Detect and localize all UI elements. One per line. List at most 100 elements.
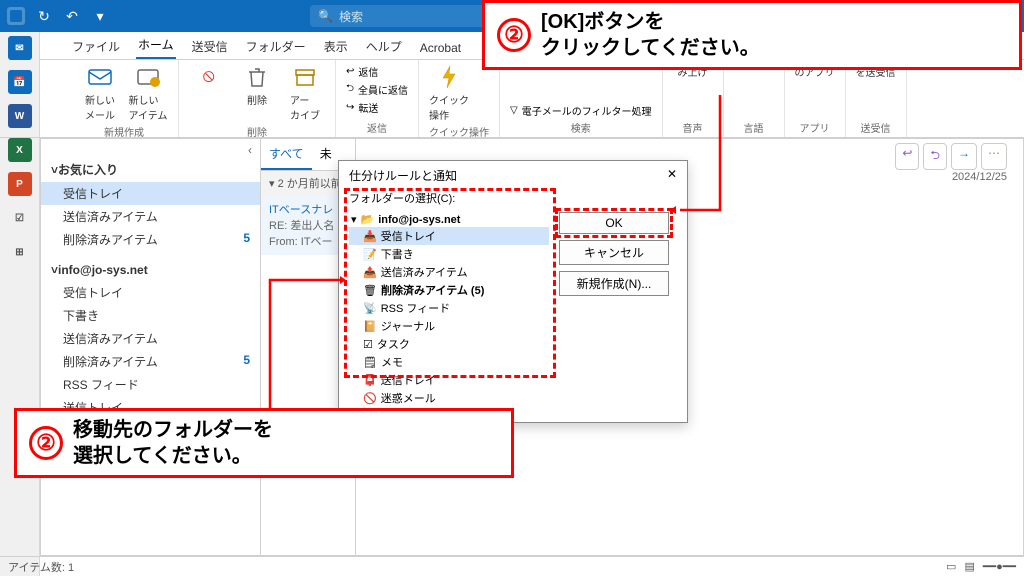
- fav-deleted[interactable]: 削除済みアイテム5: [41, 228, 260, 251]
- envelope-icon: [87, 64, 113, 90]
- tab-all-messages[interactable]: すべて: [261, 139, 312, 170]
- rail-mail-icon[interactable]: ✉: [8, 36, 32, 60]
- notes-icon: 🗒: [363, 356, 377, 369]
- folder-select-dialog: 仕分けルールと通知✕ フォルダーの選択(C): ▾📂info@jo-sys.ne…: [338, 160, 688, 423]
- cancel-button[interactable]: キャンセル: [559, 240, 669, 265]
- drafts-icon: 📝: [363, 248, 377, 261]
- inbox-icon: 📥: [363, 230, 377, 243]
- tasks-icon: ☑: [363, 338, 373, 351]
- trash-icon: [244, 64, 270, 90]
- tree-deleted[interactable]: 🗑削除済みアイテム (5): [349, 281, 549, 299]
- reply-group: ↩返信 ⮌全員に返信 ↪転送: [346, 64, 408, 115]
- quick-steps-button[interactable]: クイック 操作: [429, 64, 469, 122]
- tab-acrobat[interactable]: Acrobat: [418, 37, 463, 59]
- view-reading-icon[interactable]: ▤: [964, 560, 974, 573]
- trash-icon: 🗑: [363, 284, 377, 297]
- sync-icon[interactable]: ↻: [34, 6, 54, 26]
- rail-excel-icon[interactable]: X: [8, 138, 32, 162]
- tree-tasks[interactable]: ☑タスク: [349, 335, 549, 353]
- ribbon-group-apps: アプリ: [795, 118, 835, 135]
- folder-pane: ‹ ˅お気に入り 受信トレイ 送信済みアイテム 削除済みアイテム5 ˅info@…: [41, 139, 261, 555]
- annotation-top: ② [OK]ボタンを クリックしてください。: [482, 0, 1022, 70]
- forward-icon: ↪: [346, 102, 354, 113]
- ribbon-group-sendrecv: 送受信: [856, 118, 896, 135]
- tab-help[interactable]: ヘルプ: [364, 34, 404, 59]
- annotation-bottom: ② 移動先のフォルダーを 選択してください。: [14, 408, 514, 478]
- status-item-count: アイテム数: 1: [8, 559, 74, 575]
- fav-inbox[interactable]: 受信トレイ: [41, 182, 260, 205]
- dropdown-icon[interactable]: ▾: [90, 6, 110, 26]
- account-header[interactable]: ˅info@jo-sys.net: [41, 259, 260, 281]
- tab-home[interactable]: ホーム: [136, 32, 176, 59]
- tab-folder[interactable]: フォルダー: [244, 34, 308, 59]
- journal-icon: 📔: [363, 320, 377, 333]
- view-normal-icon[interactable]: ▭: [946, 560, 956, 573]
- tree-notes[interactable]: 🗒メモ: [349, 353, 549, 371]
- dialog-label: フォルダーの選択(C):: [339, 190, 687, 206]
- tree-drafts[interactable]: 📝下書き: [349, 245, 549, 263]
- tab-sendreceive[interactable]: 送受信: [190, 34, 230, 59]
- tree-outbox[interactable]: 📮送信トレイ: [349, 371, 549, 389]
- folder-sent[interactable]: 送信済みアイテム: [41, 327, 260, 350]
- archive-button[interactable]: アー カイブ: [285, 64, 325, 122]
- search-icon: 🔍: [318, 9, 333, 23]
- message-date: 2024/12/25: [952, 171, 1007, 183]
- status-bar: アイテム数: 1 ▭ ▤ ━━●━━: [0, 556, 1024, 576]
- annotation-number-icon: ②: [29, 426, 63, 460]
- tree-junk[interactable]: 🚫迷惑メール: [349, 389, 549, 407]
- tab-view[interactable]: 表示: [322, 34, 350, 59]
- reply-icon: ↩: [346, 66, 354, 77]
- rss-icon: 📡: [363, 302, 377, 315]
- outbox-icon: 📮: [363, 374, 377, 387]
- junk-mail-icon: 🚫: [363, 392, 377, 405]
- lightning-icon: [436, 64, 462, 90]
- rail-more-icon[interactable]: ⊞: [8, 240, 32, 264]
- filter-email-button[interactable]: ▽電子メールのフィルター処理: [510, 103, 652, 118]
- ok-button[interactable]: OK: [559, 212, 669, 234]
- dialog-close-button[interactable]: ✕: [667, 167, 677, 184]
- forward-quick-button[interactable]: →: [951, 143, 977, 170]
- funnel-icon: ▽: [510, 105, 518, 116]
- ribbon-group-delete: 削除: [189, 122, 325, 139]
- undo-icon[interactable]: ↶: [62, 6, 82, 26]
- account-icon: 📂: [361, 213, 375, 226]
- tab-unread-messages[interactable]: 未: [312, 139, 340, 170]
- ribbon-group-voice: 音声: [673, 118, 713, 135]
- new-folder-button[interactable]: 新規作成(N)...: [559, 271, 669, 296]
- new-item-icon: [135, 64, 161, 90]
- favorites-header[interactable]: ˅お気に入り: [41, 157, 260, 182]
- tree-inbox[interactable]: 📥受信トレイ: [349, 227, 549, 245]
- rail-todo-icon[interactable]: ☑: [8, 206, 32, 230]
- tab-file[interactable]: ファイル: [70, 34, 122, 59]
- reply-all-icon: ⮌: [346, 81, 354, 98]
- more-actions-button[interactable]: ⋯: [981, 143, 1007, 170]
- new-item-button[interactable]: 新しい アイテム: [128, 64, 168, 122]
- folder-rss[interactable]: RSS フィード: [41, 373, 260, 396]
- reply-all-button[interactable]: ⮌全員に返信: [346, 81, 408, 98]
- junk-button[interactable]: 🚫: [189, 64, 229, 90]
- chevron-down-icon[interactable]: ▾: [351, 213, 357, 226]
- folder-inbox[interactable]: 受信トレイ: [41, 281, 260, 304]
- folder-drafts[interactable]: 下書き: [41, 304, 260, 327]
- sent-icon: 📤: [363, 266, 377, 279]
- zoom-slider[interactable]: ━━●━━: [983, 560, 1016, 573]
- tree-journal[interactable]: 📔ジャーナル: [349, 317, 549, 335]
- folder-deleted[interactable]: 削除済みアイテム5: [41, 350, 260, 373]
- reply-all-quick-button[interactable]: ⮌: [923, 143, 947, 170]
- reply-button[interactable]: ↩返信: [346, 64, 408, 79]
- ribbon-group-new: 新規作成: [80, 122, 168, 139]
- ribbon-group-reply: 返信: [346, 118, 408, 135]
- new-mail-button[interactable]: 新しい メール: [80, 64, 120, 122]
- ribbon-group-lang: 言語: [734, 118, 774, 135]
- tree-rss[interactable]: 📡RSS フィード: [349, 299, 549, 317]
- tree-sent[interactable]: 📤送信済みアイテム: [349, 263, 549, 281]
- reply-quick-button[interactable]: ↩: [895, 143, 919, 170]
- forward-button[interactable]: ↪転送: [346, 100, 408, 115]
- rail-powerpoint-icon[interactable]: P: [8, 172, 32, 196]
- delete-button[interactable]: 削除: [237, 64, 277, 107]
- dialog-title: 仕分けルールと通知: [349, 167, 457, 184]
- collapse-folder-pane[interactable]: ‹: [41, 143, 260, 157]
- fav-sent[interactable]: 送信済みアイテム: [41, 205, 260, 228]
- outlook-icon: [6, 6, 26, 26]
- folder-tree[interactable]: ▾📂info@jo-sys.net 📥受信トレイ 📝下書き 📤送信済みアイテム …: [349, 212, 549, 412]
